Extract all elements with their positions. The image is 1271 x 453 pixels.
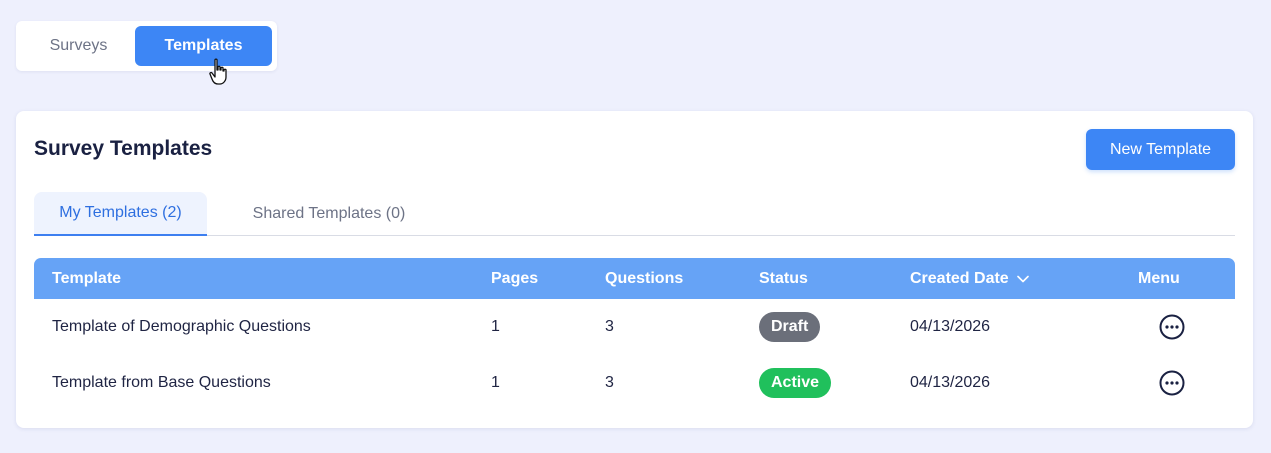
surveys-toggle[interactable]: Surveys bbox=[22, 26, 135, 66]
hand-pointer-icon bbox=[209, 58, 227, 85]
header-template: Template bbox=[52, 269, 122, 287]
tab-my-templates[interactable]: My Templates (2) bbox=[34, 192, 207, 236]
menu-cell bbox=[1138, 299, 1185, 355]
created-date: 04/13/2026 bbox=[910, 318, 991, 335]
template-name[interactable]: Template of Demographic Questions bbox=[52, 299, 311, 355]
templates-card: Survey Templates New Template My Templat… bbox=[16, 111, 1253, 428]
templates-table: Template Pages Questions Status Created … bbox=[34, 258, 1235, 411]
questions-count: 3 bbox=[605, 318, 614, 335]
view-switcher: Surveys Templates bbox=[16, 21, 277, 71]
new-template-button[interactable]: New Template bbox=[1086, 129, 1235, 170]
status-badge: Draft bbox=[759, 312, 821, 342]
table-row: Template from Base Questions 1 3 Active … bbox=[34, 355, 1235, 411]
header-created-date-label: Created Date bbox=[910, 269, 1009, 287]
status-cell: Draft bbox=[759, 299, 821, 355]
header-questions: Questions bbox=[605, 269, 684, 287]
template-tabs: My Templates (2) Shared Templates (0) bbox=[34, 192, 1235, 236]
status-badge: Active bbox=[759, 368, 832, 398]
pages-count: 1 bbox=[491, 318, 500, 335]
more-options-icon[interactable] bbox=[1159, 314, 1185, 340]
created-date: 04/13/2026 bbox=[910, 374, 991, 391]
table-header: Template Pages Questions Status Created … bbox=[34, 258, 1235, 299]
page-title: Survey Templates bbox=[34, 137, 213, 160]
header-status: Status bbox=[759, 269, 808, 287]
tab-shared-templates[interactable]: Shared Templates (0) bbox=[224, 192, 434, 235]
pages-count: 1 bbox=[491, 374, 500, 391]
questions-count: 3 bbox=[605, 374, 614, 391]
status-cell: Active bbox=[759, 355, 832, 411]
more-options-icon[interactable] bbox=[1159, 370, 1185, 396]
header-pages: Pages bbox=[491, 269, 539, 287]
header-created-date[interactable]: Created Date bbox=[910, 258, 1029, 299]
header-menu: Menu bbox=[1138, 269, 1180, 287]
chevron-down-icon[interactable] bbox=[1016, 275, 1029, 283]
template-name[interactable]: Template from Base Questions bbox=[52, 355, 271, 411]
table-row: Template of Demographic Questions 1 3 Dr… bbox=[34, 299, 1235, 355]
menu-cell bbox=[1138, 355, 1185, 411]
templates-toggle[interactable]: Templates bbox=[135, 26, 272, 66]
